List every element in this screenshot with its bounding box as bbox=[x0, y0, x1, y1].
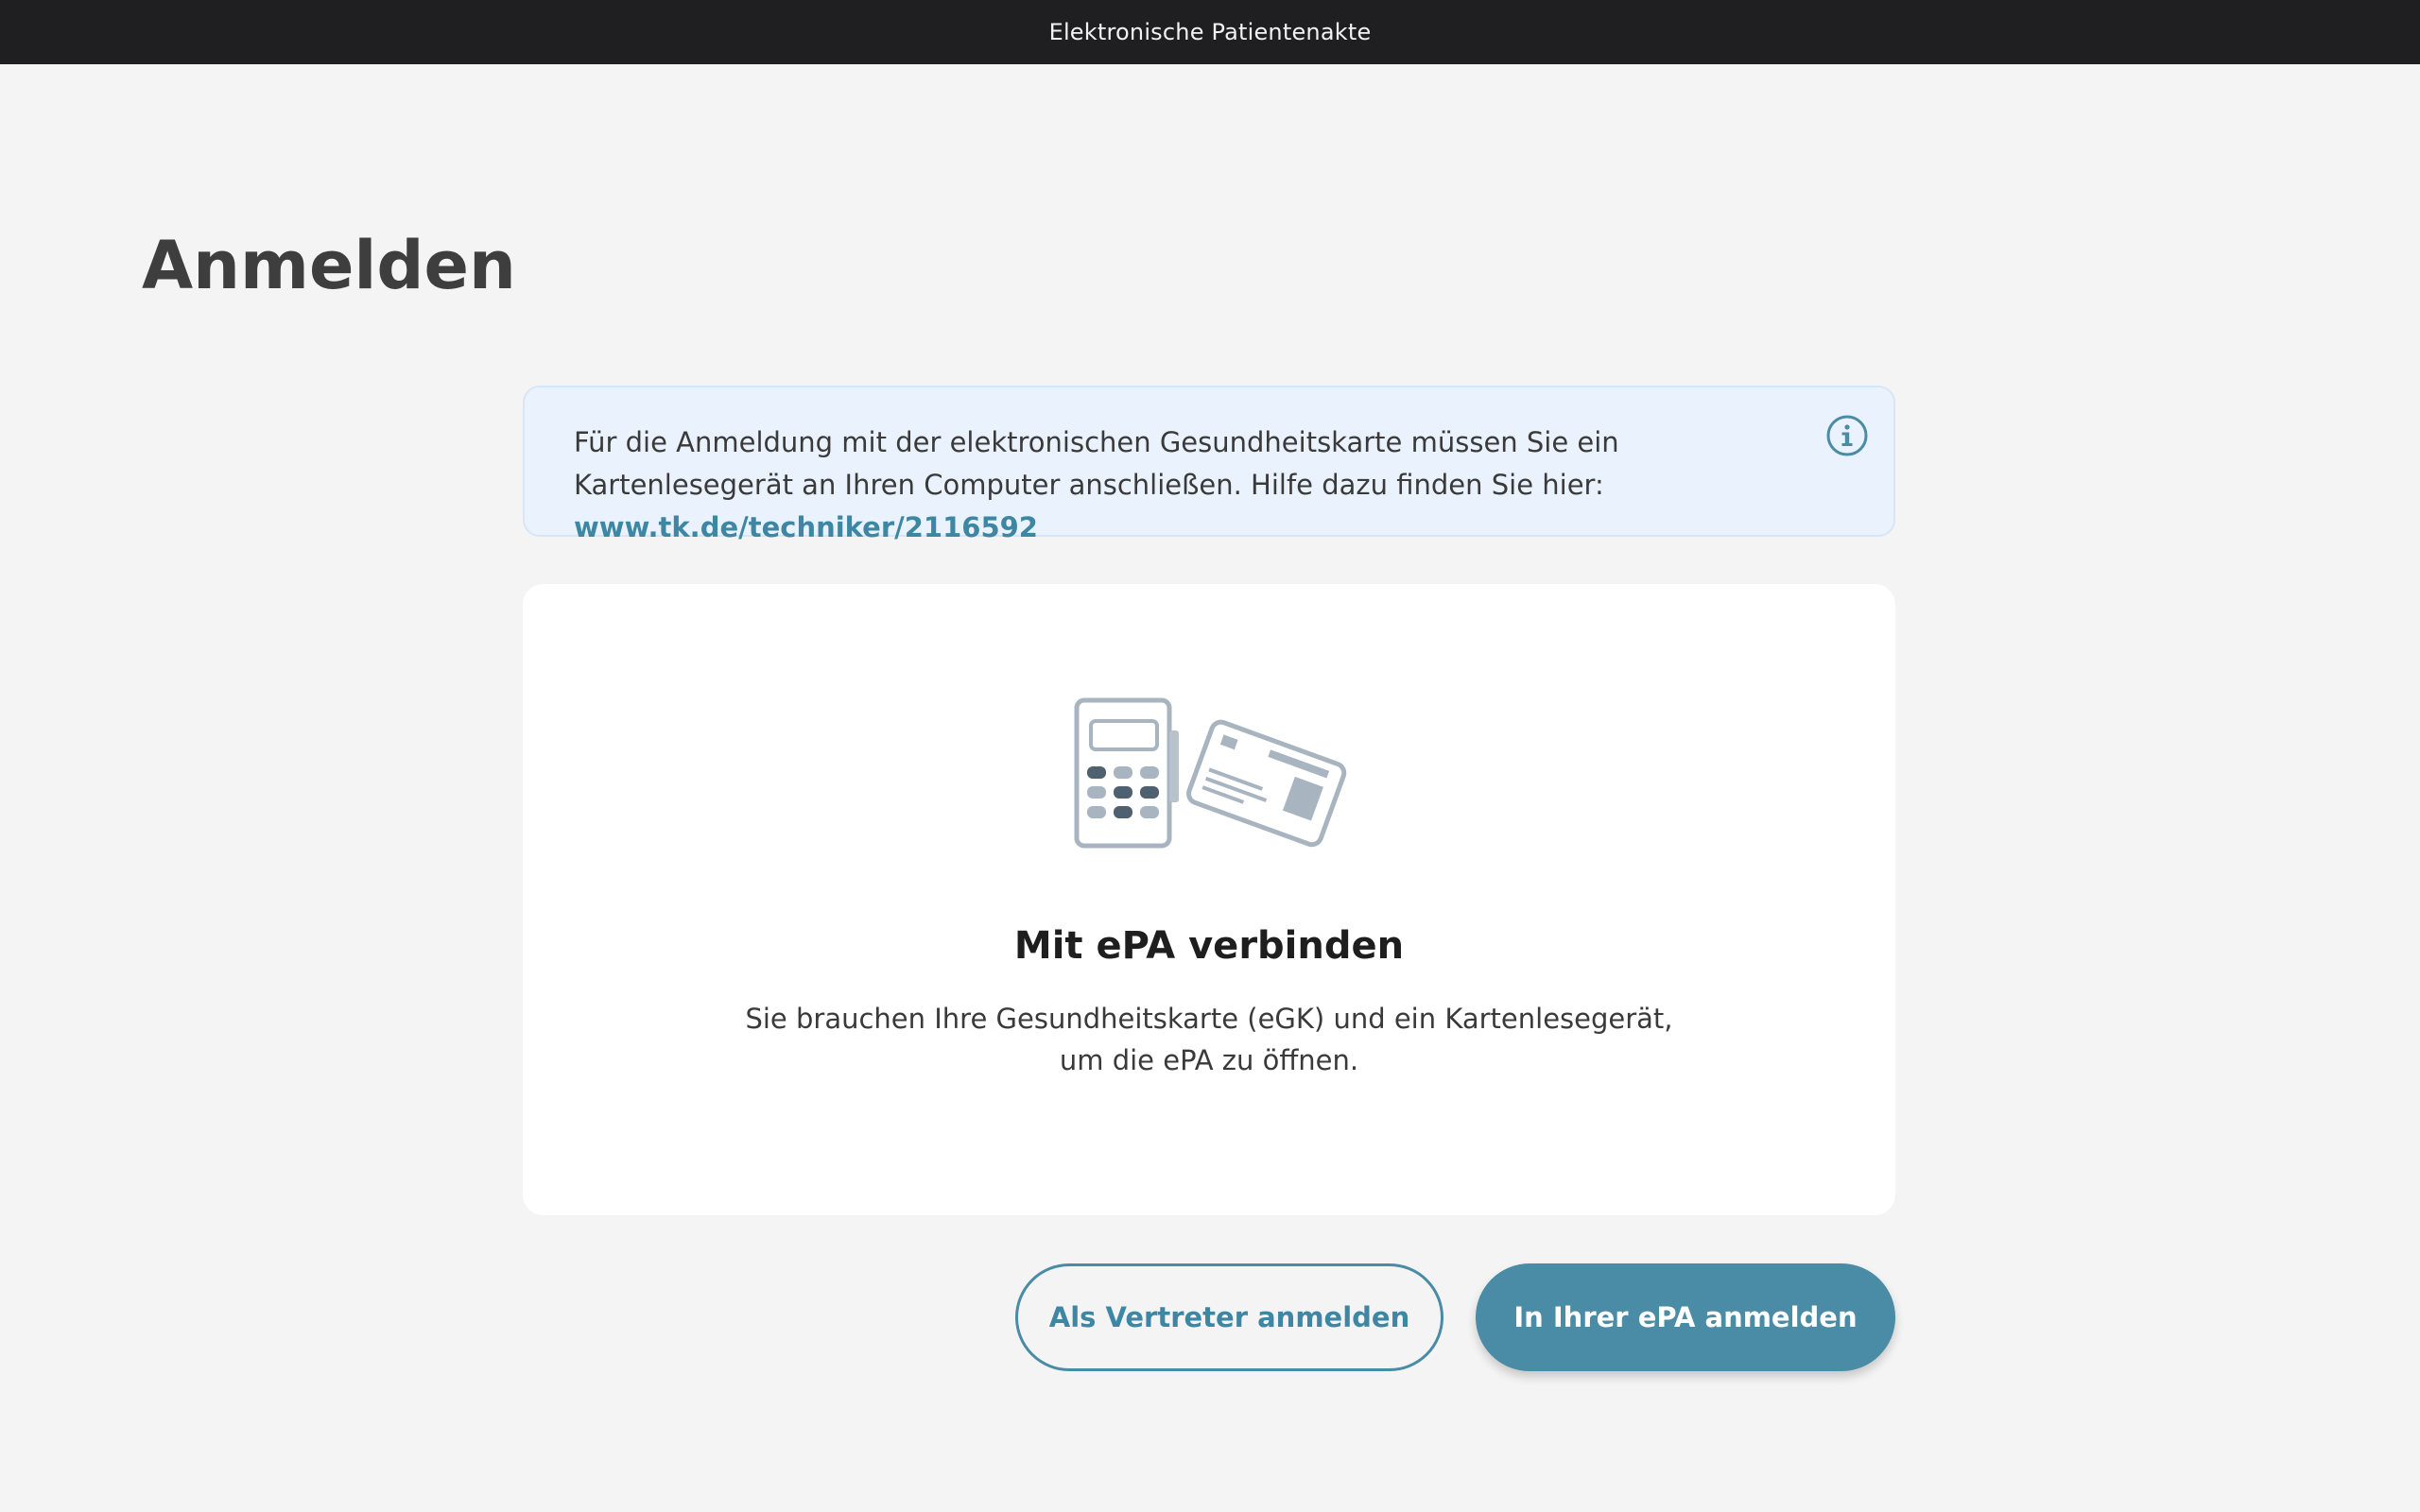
health-card-icon bbox=[1186, 719, 1347, 848]
help-link[interactable]: www.tk.de/techniker/2116592 bbox=[574, 511, 1038, 543]
card-description: Sie brauchen Ihre Gesundheitskarte (eGK)… bbox=[745, 1003, 1673, 1076]
card-title: Mit ePA verbinden bbox=[1013, 924, 1405, 968]
info-icon[interactable] bbox=[1825, 414, 1869, 457]
info-banner-text: Für die Anmeldung mit der elektronischen… bbox=[574, 421, 1771, 549]
card-reader-and-health-card-illustration bbox=[1074, 697, 1347, 849]
window-titlebar: Elektronische Patientenakte bbox=[0, 0, 2420, 64]
login-as-representative-button[interactable]: Als Vertreter anmelden bbox=[1015, 1263, 1443, 1371]
connect-card: Mit ePA verbinden Sie brauchen Ihre Gesu… bbox=[523, 584, 1895, 1215]
info-banner: Für die Anmeldung mit der elektronischen… bbox=[523, 386, 1895, 543]
info-banner-message: Für die Anmeldung mit der elektronischen… bbox=[574, 426, 1619, 501]
window-title: Elektronische Patientenakte bbox=[1048, 19, 1372, 45]
card-reader-icon bbox=[1074, 697, 1179, 849]
login-to-epa-button[interactable]: In Ihrer ePA anmelden bbox=[1476, 1263, 1895, 1371]
page-title: Anmelden bbox=[142, 227, 516, 304]
